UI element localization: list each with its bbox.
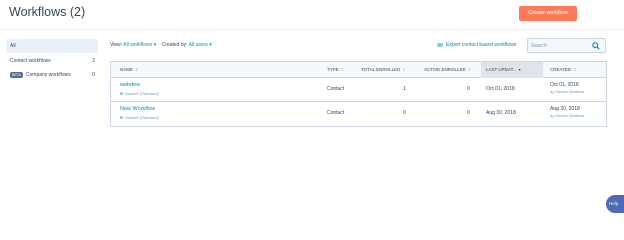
sidebar-item-company-workflows[interactable]: BETA Company workflows 0 bbox=[6, 68, 98, 82]
created-by-filter-label: Created by: bbox=[161, 42, 188, 48]
table-row: New Workflow Inactive (Standard) Contact… bbox=[111, 102, 606, 126]
workflow-type: Contact bbox=[327, 110, 345, 116]
workflow-name-link[interactable]: New Workflow bbox=[120, 106, 155, 112]
sidebar-item-label: Company workflows bbox=[25, 72, 71, 78]
column-header-label: ACTIVE ENROLLED bbox=[424, 67, 466, 72]
sort-icon: ⇕ bbox=[135, 67, 139, 72]
total-enrolled: 0 bbox=[403, 110, 406, 116]
sort-icon: ⇕ bbox=[402, 67, 406, 72]
column-header-label: TYPE bbox=[327, 67, 339, 72]
sidebar-item-contact-workflows[interactable]: Contact workflows 2 bbox=[6, 54, 98, 68]
workflow-type: Contact bbox=[327, 86, 345, 92]
help-button[interactable]: Help bbox=[606, 195, 624, 213]
filter-bar: View: All workflows ▾ Created by: All us… bbox=[110, 42, 212, 48]
cloud-download-icon bbox=[437, 42, 443, 47]
sort-icon: ⇕ bbox=[467, 67, 472, 72]
column-header-label: CREATED bbox=[550, 67, 572, 72]
export-link-label: Export contact based workflows bbox=[446, 42, 517, 48]
workflows-table: NAME ⇕ TYPE ⇕ TOTAL ENROLLED ⇕ ACTIVE ENROL… bbox=[110, 61, 607, 127]
page-title: Workflows (2) bbox=[9, 5, 86, 19]
sidebar-item-count: 2 bbox=[92, 58, 95, 64]
column-header-label: TOTAL ENROLLED bbox=[361, 67, 401, 72]
column-header-type[interactable]: TYPE ⇕ bbox=[327, 62, 344, 78]
column-header-created[interactable]: CREATED ⇕ bbox=[550, 62, 577, 78]
search-box bbox=[527, 38, 606, 53]
created-by: by Danish Wadhwa bbox=[550, 89, 585, 94]
search-icon[interactable] bbox=[592, 42, 600, 50]
column-header-active-enrolled[interactable]: ACTIVE ENROLLED ⇕ bbox=[424, 62, 471, 78]
sidebar-item-label: Contact workflows bbox=[10, 58, 51, 64]
status-label: Inactive (Standard) bbox=[125, 115, 159, 120]
created-by-filter-dropdown[interactable]: All users ▾ bbox=[189, 42, 212, 48]
column-header-name[interactable]: NAME ⇕ bbox=[120, 62, 138, 78]
sort-icon: ⇕ bbox=[340, 67, 345, 72]
table-header: NAME ⇕ TYPE ⇕ TOTAL ENROLLED ⇕ ACTIVE ENROL… bbox=[111, 62, 606, 78]
view-filter-value: All workflows bbox=[123, 42, 153, 48]
sidebar-item-label: All bbox=[10, 43, 16, 49]
created-by-filter-value: All users bbox=[188, 42, 208, 48]
page-header: Workflows (2) Create workflow bbox=[0, 0, 624, 30]
header-divider bbox=[0, 29, 624, 30]
beta-badge: BETA bbox=[10, 71, 23, 78]
view-filter-dropdown[interactable]: All workflows ▾ bbox=[123, 42, 156, 48]
sidebar-item-count: 0 bbox=[92, 72, 95, 78]
workflow-status: Inactive (Standard) bbox=[120, 91, 159, 96]
sidebar-item-all[interactable]: All bbox=[6, 39, 98, 53]
created-date: Oct 01, 2018 bbox=[550, 82, 579, 88]
column-header-label: LAST UPDAT... bbox=[486, 67, 517, 72]
sidebar: All Contact workflows 2 BETA Company work… bbox=[6, 39, 98, 82]
created-by: by Danish Wadhwa bbox=[550, 113, 585, 118]
view-filter-label: View: bbox=[110, 42, 123, 48]
chevron-down-icon: ▾ bbox=[209, 42, 212, 48]
active-enrolled: 0 bbox=[467, 110, 470, 116]
export-workflows-link[interactable]: Export contact based workflows bbox=[437, 42, 516, 48]
column-header-total-enrolled[interactable]: TOTAL ENROLLED ⇕ bbox=[361, 62, 406, 78]
workflow-name-link[interactable]: webdew bbox=[120, 82, 140, 88]
help-label: Help bbox=[609, 201, 619, 206]
created-date: Aug 30, 2018 bbox=[550, 106, 580, 112]
sort-icon: ⇕ bbox=[573, 67, 577, 72]
chevron-down-icon: ▾ bbox=[153, 42, 157, 48]
column-header-label: NAME bbox=[120, 67, 134, 72]
last-updated: Aug 30, 2018 bbox=[486, 110, 516, 116]
status-dot-icon bbox=[120, 116, 123, 120]
active-enrolled: 0 bbox=[467, 86, 470, 92]
column-header-last-updated[interactable]: LAST UPDAT... ▾ bbox=[481, 62, 543, 78]
status-label: Inactive (Standard) bbox=[125, 91, 159, 96]
workflow-status: Inactive (Standard) bbox=[120, 115, 159, 120]
total-enrolled: 1 bbox=[403, 86, 406, 92]
table-row: webdew Inactive (Standard) Contact 1 0 O… bbox=[111, 78, 606, 102]
create-workflow-button[interactable]: Create workflow bbox=[519, 6, 577, 21]
status-dot-icon bbox=[120, 92, 123, 96]
sort-descending-icon: ▾ bbox=[518, 67, 521, 72]
search-input[interactable] bbox=[531, 41, 591, 51]
last-updated: Oct 01, 2018 bbox=[486, 86, 515, 92]
